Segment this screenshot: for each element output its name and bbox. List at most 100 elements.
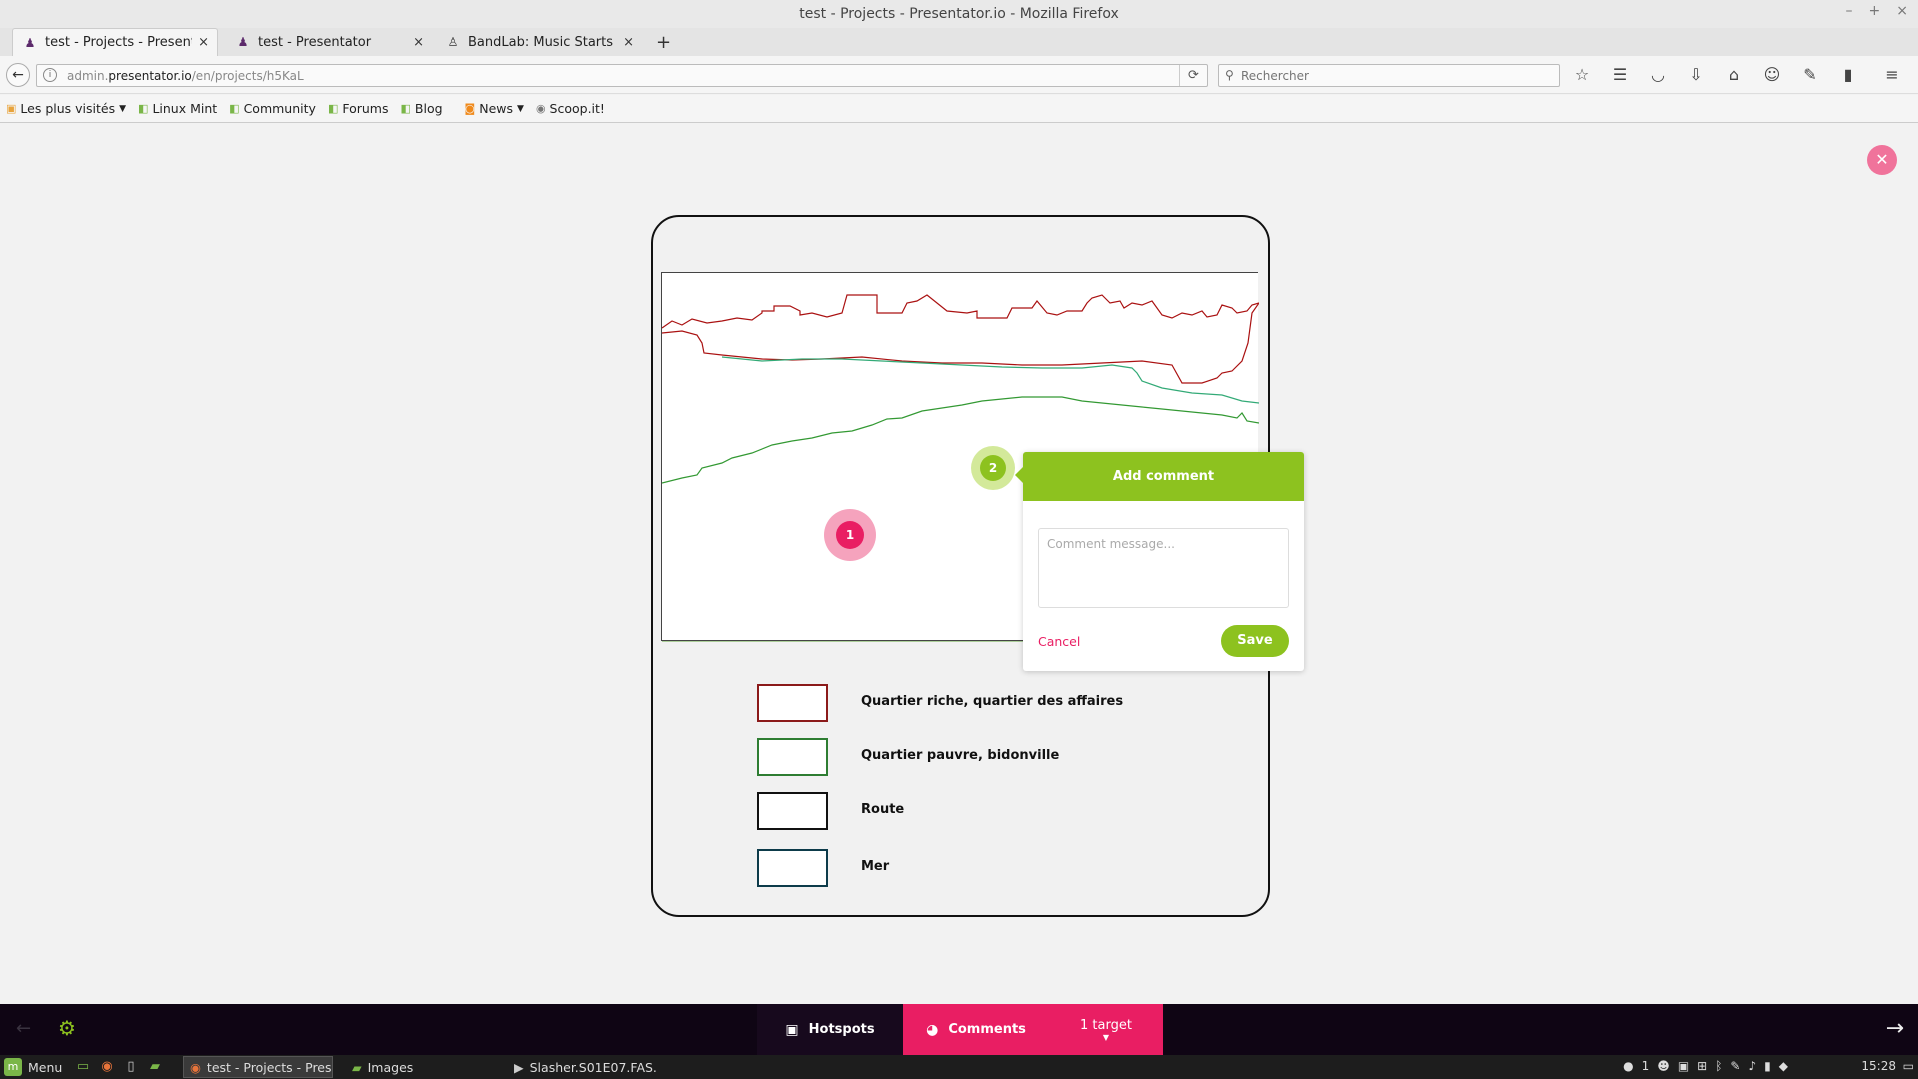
comment-pin-number: 1 <box>836 521 864 549</box>
chat-icon[interactable]: ☺ <box>1762 65 1782 84</box>
image-icon: ▣ <box>785 1021 799 1038</box>
tab-bandlab[interactable]: ♙ BandLab: Music Starts H… × <box>436 28 642 56</box>
legend-item-rich-quarter: Quartier riche, quartier des affaires <box>757 684 1123 722</box>
show-desktop-icon[interactable]: ▭ <box>74 1058 92 1076</box>
start-menu-button[interactable]: m Menu <box>4 1058 62 1076</box>
legend-item-sea: Mer <box>757 849 889 887</box>
legend-label: Route <box>861 802 905 817</box>
legend-label: Quartier riche, quartier des affaires <box>861 694 1124 709</box>
bookmark-blog[interactable]: ◧ Blog <box>401 101 443 116</box>
tab-label: test - Projects - Presentat… <box>45 35 192 50</box>
extension-icon[interactable]: ✎ <box>1800 65 1820 84</box>
popup-title: Add comment <box>1023 452 1304 501</box>
tab-presentator-projects[interactable]: ♟ test - Projects - Presentat… × <box>12 28 218 56</box>
next-screen-button[interactable]: → <box>1886 1016 1904 1041</box>
pen-icon[interactable]: ✎ <box>1730 1059 1740 1073</box>
tab-close-icon[interactable]: × <box>198 35 209 50</box>
tab-label: test - Presentator <box>258 34 372 50</box>
target-selector[interactable]: 1 target ▼ <box>1049 1004 1163 1055</box>
gear-icon[interactable]: ⚙ <box>58 1016 76 1040</box>
site-info-icon[interactable]: i <box>43 68 57 82</box>
taskbar-window-images[interactable]: ▰ Images <box>346 1056 496 1078</box>
video-icon: ▶ <box>514 1059 524 1075</box>
minimize-button[interactable]: – <box>1846 3 1853 19</box>
bookmarks-bar: ▣ Les plus visités ▼ ◧ Linux Mint ◧ Communit… <box>0 95 1918 123</box>
comments-mode-button[interactable]: ◕ Comments <box>903 1004 1049 1055</box>
previous-screen-button[interactable]: ← <box>16 1018 31 1039</box>
cancel-link[interactable]: Cancel <box>1038 634 1080 649</box>
comment-bubble-icon: ◕ <box>926 1021 939 1038</box>
dropbox-icon[interactable]: ◆ <box>1779 1059 1788 1073</box>
taskbar-window-video[interactable]: ▶ Slasher.S01E07.FAS... <box>508 1056 658 1078</box>
window-title: test - Projects - Presentator.io - Mozil… <box>799 6 1119 22</box>
alert-icon[interactable]: ● <box>1623 1059 1633 1073</box>
legend-swatch-road <box>757 792 828 830</box>
bookmark-les-plus-visites[interactable]: ▣ Les plus visités ▼ <box>6 101 126 116</box>
comment-pin-2[interactable]: 2 <box>971 446 1015 490</box>
mint-logo-icon: m <box>4 1058 22 1076</box>
update-icon[interactable]: ▣ <box>1678 1059 1689 1073</box>
add-comment-popup: Add comment Cancel Save <box>1015 452 1304 671</box>
bookmark-community[interactable]: ◧ Community <box>229 101 316 116</box>
tab-presentator[interactable]: ♟ test - Presentator × <box>226 28 432 56</box>
nav-bar: ← i admin.presentator.io/en/projects/h5K… <box>0 56 1918 94</box>
battery-icon[interactable]: ▮ <box>1764 1059 1771 1073</box>
legend-swatch-sea <box>757 849 828 887</box>
legend-item-poor-quarter: Quartier pauvre, bidonville <box>757 738 1059 776</box>
clipboard-icon[interactable]: ▮ <box>1838 65 1858 84</box>
chevron-down-icon: ▼ <box>1102 1033 1110 1042</box>
comment-pin-number: 2 <box>980 455 1006 481</box>
presentator-favicon-icon: ♟ <box>24 35 36 50</box>
bluetooth-icon[interactable]: ᛒ <box>1715 1059 1722 1073</box>
home-icon[interactable]: ⌂ <box>1724 65 1744 84</box>
firefox-icon[interactable]: ◉ <box>98 1058 116 1076</box>
tab-bar: ♟ test - Projects - Presentat… × ♟ test … <box>0 28 1918 56</box>
url-text[interactable]: admin.presentator.io/en/projects/h5KaL <box>67 69 304 83</box>
bookmark-linux-mint[interactable]: ◧ Linux Mint <box>138 101 217 116</box>
legend-label: Quartier pauvre, bidonville <box>861 748 1060 763</box>
mint-icon: ◧ <box>327 102 339 115</box>
bookmark-scoop-it[interactable]: ◉ Scoop.it! <box>536 101 605 116</box>
presentator-favicon-icon: ♟ <box>237 35 249 49</box>
tab-close-icon[interactable]: × <box>413 35 424 50</box>
bookmark-star-icon[interactable]: ☆ <box>1572 65 1592 84</box>
save-button[interactable]: Save <box>1221 625 1289 657</box>
hotspots-mode-button[interactable]: ▣ Hotspots <box>757 1004 903 1055</box>
maximize-button[interactable]: + <box>1869 3 1881 19</box>
back-button[interactable]: ← <box>6 63 30 87</box>
close-window-button[interactable]: × <box>1896 3 1908 19</box>
pocket-icon[interactable]: ◡ <box>1648 65 1668 84</box>
firefox-icon: ◉ <box>190 1059 201 1075</box>
mint-icon: ◧ <box>229 102 240 115</box>
chevron-down-icon: ▼ <box>517 103 524 114</box>
user-icon[interactable]: ☻ <box>1657 1059 1670 1073</box>
bookmark-forums[interactable]: ◧ Forums <box>328 101 389 116</box>
search-icon: ⚲ <box>1225 68 1234 82</box>
files-icon[interactable]: ▰ <box>146 1058 164 1076</box>
taskbar-window-firefox[interactable]: ◉ test - Projects - Pres... <box>183 1056 333 1078</box>
url-bar[interactable]: i admin.presentator.io/en/projects/h5KaL… <box>36 64 1208 87</box>
search-bar[interactable]: ⚲ <box>1218 64 1560 87</box>
hamburger-menu-icon[interactable]: ≡ <box>1882 65 1902 84</box>
terminal-icon[interactable]: ▯ <box>122 1058 140 1076</box>
folder-icon: ▰ <box>352 1059 362 1075</box>
comment-pin-1[interactable]: 1 <box>824 509 876 561</box>
search-input[interactable] <box>1241 67 1541 84</box>
mint-icon: ◧ <box>400 102 411 115</box>
new-tab-button[interactable]: + <box>656 32 671 53</box>
tab-close-icon[interactable]: × <box>623 35 634 50</box>
network-icon[interactable]: ⊞ <box>1697 1059 1707 1073</box>
chevron-down-icon: ▼ <box>119 103 127 114</box>
download-icon[interactable]: ⇩ <box>1686 65 1706 84</box>
show-desktop-icon[interactable]: ▭ <box>1903 1059 1914 1073</box>
volume-icon[interactable]: ♪ <box>1748 1059 1756 1073</box>
clock[interactable]: 15:28 <box>1861 1059 1896 1073</box>
reading-list-icon[interactable]: ☰ <box>1610 65 1630 84</box>
close-preview-button[interactable]: ✕ <box>1867 145 1897 175</box>
comment-message-input[interactable] <box>1038 528 1289 608</box>
scoopit-icon: ◉ <box>535 102 546 115</box>
bookmark-news[interactable]: ◙ News ▼ <box>465 101 524 116</box>
reload-icon[interactable]: ⟳ <box>1179 65 1207 86</box>
tab-label: BandLab: Music Starts H… <box>468 34 617 50</box>
bandlab-favicon-icon: ♙ <box>447 35 459 49</box>
